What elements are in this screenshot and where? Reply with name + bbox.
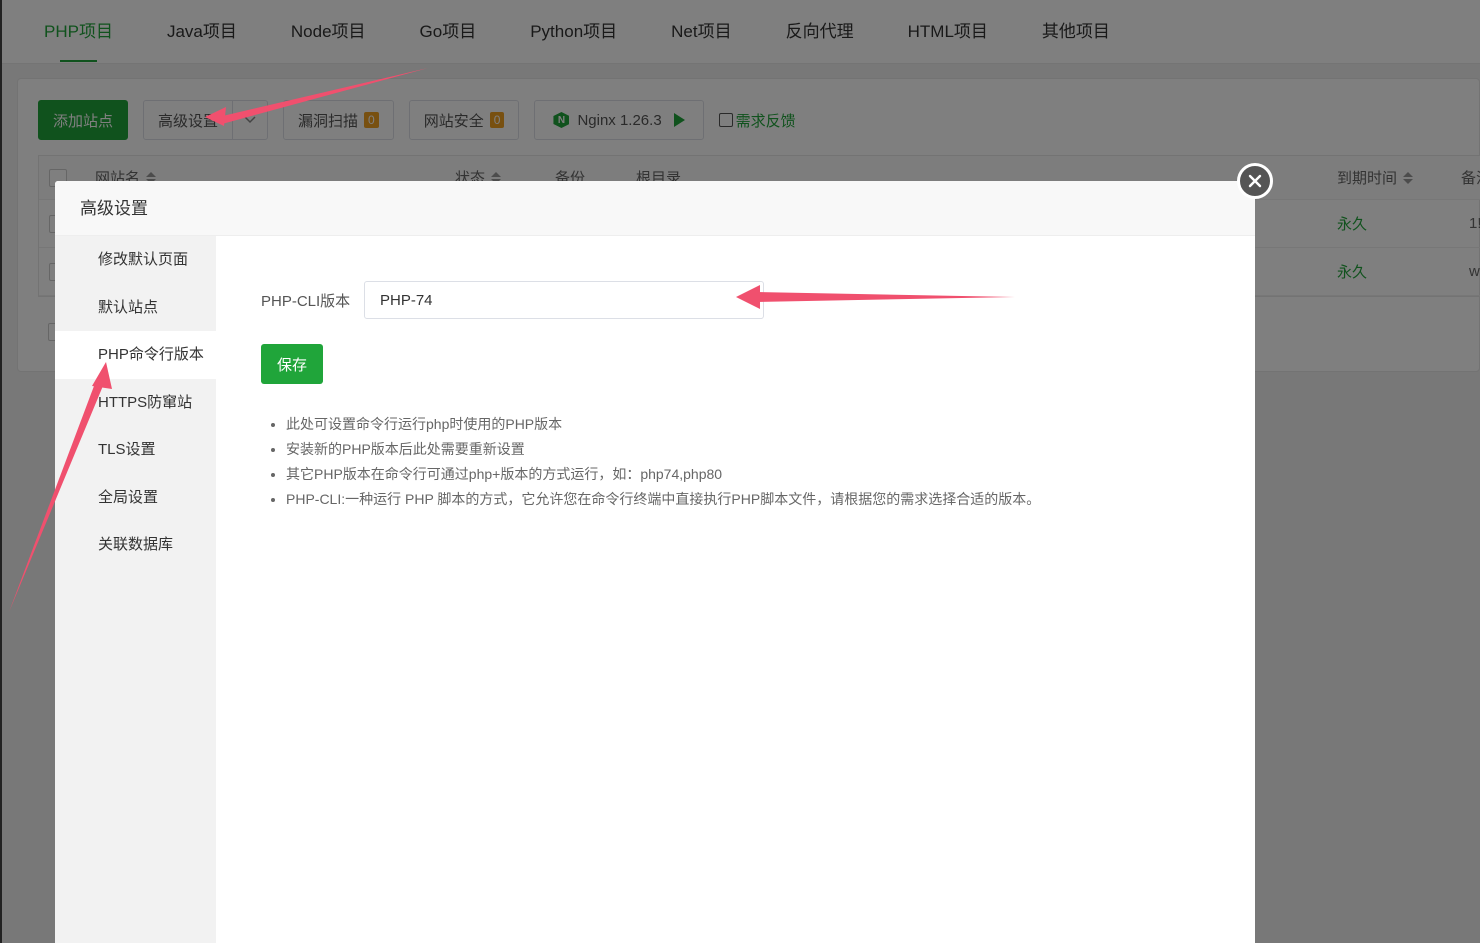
menu-item-default-site[interactable]: 默认站点 <box>55 284 216 332</box>
php-cli-panel: PHP-CLI版本 PHP-74 保存 此处可设置命令行运行php时使用的PHP… <box>261 281 1221 512</box>
tip-item: 其它PHP版本在命令行可通过php+版本的方式运行，如：php74,php80 <box>286 462 1221 487</box>
close-icon[interactable] <box>1237 163 1273 199</box>
php-cli-selected-value: PHP-74 <box>380 291 433 309</box>
modal-title: 高级设置 <box>55 181 1255 236</box>
advanced-settings-modal: 高级设置 修改默认页面 默认站点 PHP命令行版本 HTTPS防窜站 TLS设置… <box>55 181 1255 943</box>
menu-item-global-settings[interactable]: 全局设置 <box>55 474 216 522</box>
tip-item: PHP-CLI:一种运行 PHP 脚本的方式，它允许您在命令行终端中直接执行PH… <box>286 487 1221 512</box>
menu-item-php-cli-version[interactable]: PHP命令行版本 <box>55 331 216 379</box>
save-button[interactable]: 保存 <box>261 344 323 384</box>
php-cli-version-select[interactable]: PHP-74 <box>364 281 764 319</box>
settings-menu: 修改默认页面 默认站点 PHP命令行版本 HTTPS防窜站 TLS设置 全局设置… <box>55 236 216 943</box>
menu-item-linked-database[interactable]: 关联数据库 <box>55 521 216 569</box>
menu-item-default-page[interactable]: 修改默认页面 <box>55 236 216 284</box>
help-tips: 此处可设置命令行运行php时使用的PHP版本 安装新的PHP版本后此处需要重新设… <box>261 412 1221 512</box>
tip-item: 安装新的PHP版本后此处需要重新设置 <box>286 437 1221 462</box>
php-cli-label: PHP-CLI版本 <box>261 292 351 310</box>
php-cli-form-row: PHP-CLI版本 PHP-74 <box>261 281 1221 319</box>
menu-item-https-anti-hijack[interactable]: HTTPS防窜站 <box>55 379 216 427</box>
menu-item-tls-settings[interactable]: TLS设置 <box>55 426 216 474</box>
tip-item: 此处可设置命令行运行php时使用的PHP版本 <box>286 412 1221 437</box>
